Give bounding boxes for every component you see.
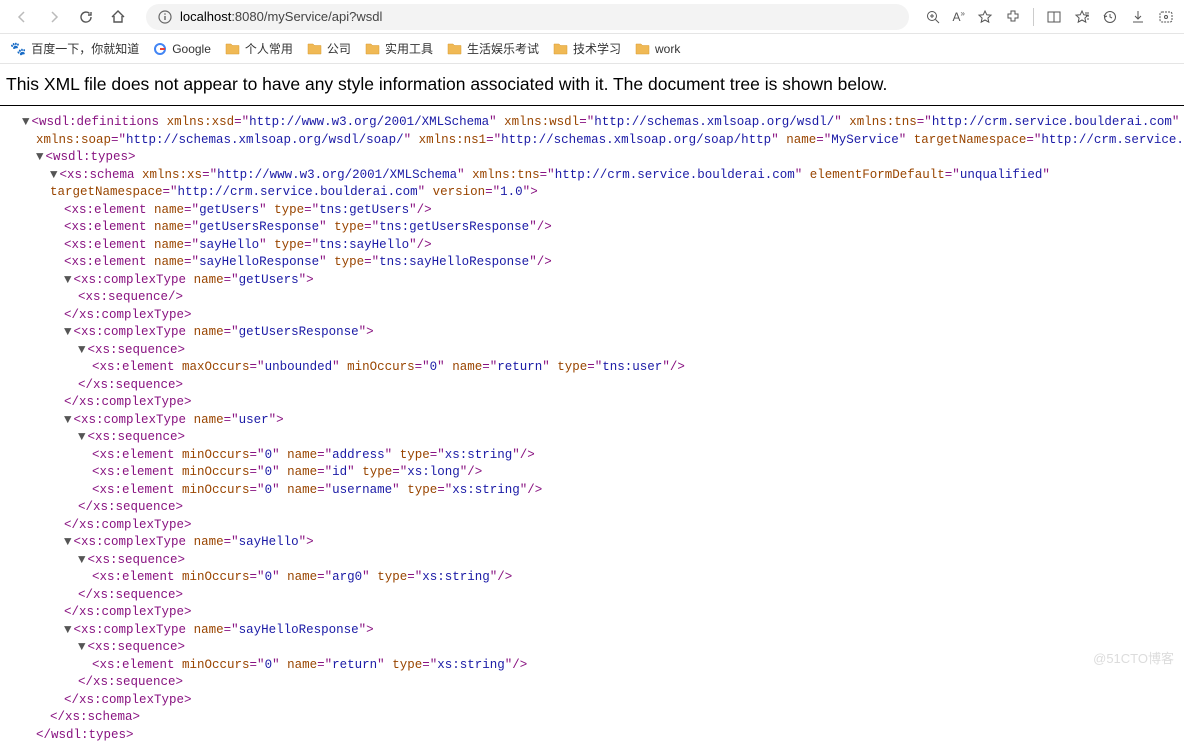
- xml-notice: This XML file does not appear to have an…: [0, 64, 1184, 106]
- url-text: localhost:8080/myService/api?wsdl: [180, 9, 382, 24]
- bookmark-label: 生活娱乐考试: [467, 40, 539, 57]
- toolbar-right-icons: A»: [925, 8, 1174, 26]
- bookmark-label: 实用工具: [385, 40, 433, 57]
- expand-toggle[interactable]: ▼: [36, 150, 44, 164]
- xml-line: </xs:complexType>: [8, 394, 1176, 412]
- baidu-icon: 🐾: [10, 41, 26, 57]
- folder-icon: [635, 42, 650, 55]
- split-screen-icon[interactable]: [1046, 9, 1062, 25]
- xml-line: ▼<xs:complexType name="getUsers">: [8, 272, 1176, 290]
- xml-line: ▼<xs:schema xmlns:xs="http://www.w3.org/…: [8, 167, 1176, 185]
- bookmark-item[interactable]: 个人常用: [225, 40, 293, 57]
- bookmark-label: Google: [172, 42, 211, 56]
- bookmark-label: 个人常用: [245, 40, 293, 57]
- folder-icon: [365, 42, 380, 55]
- downloads-icon[interactable]: [1130, 9, 1146, 25]
- expand-toggle[interactable]: ▼: [22, 115, 30, 129]
- bookmarks-bar: 🐾 百度一下，你就知道 Google 个人常用 公司 实用工具 生活娱乐考试 技术学习 work: [0, 34, 1184, 64]
- xml-line: <xs:element minOccurs="0" name="id" type…: [8, 464, 1176, 482]
- bookmark-label: 公司: [327, 40, 351, 57]
- xml-line: </xs:complexType>: [8, 604, 1176, 622]
- browser-toolbar: localhost:8080/myService/api?wsdl A»: [0, 0, 1184, 34]
- xml-line: </xs:sequence>: [8, 499, 1176, 517]
- xml-line: </wsdl:types>: [8, 727, 1176, 745]
- expand-toggle[interactable]: ▼: [64, 325, 72, 339]
- home-button[interactable]: [106, 5, 130, 29]
- read-aloud-icon[interactable]: A»: [953, 9, 965, 24]
- xml-line: ▼<xs:sequence>: [8, 429, 1176, 447]
- expand-toggle[interactable]: ▼: [64, 535, 72, 549]
- xml-line: xmlns:soap="http://schemas.xmlsoap.org/w…: [8, 132, 1176, 150]
- xml-line: </xs:complexType>: [8, 692, 1176, 710]
- xml-line: <xs:element name="sayHello" type="tns:sa…: [8, 237, 1176, 255]
- bookmark-item[interactable]: 技术学习: [553, 40, 621, 57]
- bookmark-item[interactable]: Google: [153, 42, 211, 56]
- folder-icon: [225, 42, 240, 55]
- expand-toggle[interactable]: ▼: [64, 273, 72, 287]
- folder-icon: [307, 42, 322, 55]
- xml-line: ▼<xs:complexType name="sayHelloResponse"…: [8, 622, 1176, 640]
- xml-line: <xs:element name="getUsers" type="tns:ge…: [8, 202, 1176, 220]
- toolbar-divider: [1033, 8, 1034, 26]
- expand-toggle[interactable]: ▼: [78, 640, 86, 654]
- folder-icon: [553, 42, 568, 55]
- xml-line: <xs:element name="getUsersResponse" type…: [8, 219, 1176, 237]
- xml-line: <xs:element name="sayHelloResponse" type…: [8, 254, 1176, 272]
- xml-line: ▼<wsdl:types>: [8, 149, 1176, 167]
- expand-toggle[interactable]: ▼: [78, 343, 86, 357]
- history-icon[interactable]: [1102, 9, 1118, 25]
- xml-line: <xs:element maxOccurs="unbounded" minOcc…: [8, 359, 1176, 377]
- performance-icon[interactable]: [1158, 9, 1174, 25]
- xml-line: </xs:sequence>: [8, 674, 1176, 692]
- xml-line: ▼<xs:complexType name="user">: [8, 412, 1176, 430]
- xml-line: ▼<xs:sequence>: [8, 342, 1176, 360]
- bookmark-item[interactable]: 生活娱乐考试: [447, 40, 539, 57]
- bookmark-label: 百度一下，你就知道: [31, 40, 139, 57]
- xml-line: ▼<wsdl:definitions xmlns:xsd="http://www…: [8, 114, 1176, 132]
- address-bar[interactable]: localhost:8080/myService/api?wsdl: [146, 4, 909, 30]
- bookmark-item[interactable]: 公司: [307, 40, 351, 57]
- bookmark-item[interactable]: 实用工具: [365, 40, 433, 57]
- xml-line: </xs:sequence>: [8, 587, 1176, 605]
- watermark: @51CTO博客: [1093, 648, 1174, 667]
- forward-button[interactable]: [42, 5, 66, 29]
- back-button[interactable]: [10, 5, 34, 29]
- xml-line: ▼<xs:sequence>: [8, 639, 1176, 657]
- xml-line: ▼<xs:complexType name="sayHello">: [8, 534, 1176, 552]
- xml-line: <xs:element minOccurs="0" name="username…: [8, 482, 1176, 500]
- xml-line: <xs:element minOccurs="0" name="return" …: [8, 657, 1176, 675]
- refresh-button[interactable]: [74, 5, 98, 29]
- expand-toggle[interactable]: ▼: [78, 430, 86, 444]
- expand-toggle[interactable]: ▼: [78, 553, 86, 567]
- xml-line: </xs:schema>: [8, 709, 1176, 727]
- xml-line: ▼<xs:sequence>: [8, 552, 1176, 570]
- favorite-icon[interactable]: [977, 9, 993, 25]
- xml-tree: ▼<wsdl:definitions xmlns:xsd="http://www…: [0, 106, 1184, 752]
- expand-toggle[interactable]: ▼: [64, 623, 72, 637]
- xml-line: </xs:complexType>: [8, 517, 1176, 535]
- bookmark-label: work: [655, 42, 680, 56]
- folder-icon: [447, 42, 462, 55]
- xml-line: <xs:element minOccurs="0" name="address"…: [8, 447, 1176, 465]
- xml-line: <xs:sequence/>: [8, 289, 1176, 307]
- bookmark-label: 技术学习: [573, 40, 621, 57]
- bookmark-item[interactable]: 🐾 百度一下，你就知道: [10, 40, 139, 57]
- favorites-list-icon[interactable]: [1074, 9, 1090, 25]
- site-info-icon[interactable]: [158, 10, 172, 24]
- google-icon: [153, 42, 167, 56]
- expand-toggle[interactable]: ▼: [64, 413, 72, 427]
- expand-toggle[interactable]: ▼: [50, 168, 58, 182]
- extensions-icon[interactable]: [1005, 9, 1021, 25]
- xml-line: </xs:sequence>: [8, 377, 1176, 395]
- bookmark-item[interactable]: work: [635, 42, 680, 56]
- xml-line: </xs:complexType>: [8, 307, 1176, 325]
- xml-line: ▼<xs:complexType name="getUsersResponse"…: [8, 324, 1176, 342]
- xml-line: targetNamespace="http://crm.service.boul…: [8, 184, 1176, 202]
- xml-line: <xs:element minOccurs="0" name="arg0" ty…: [8, 569, 1176, 587]
- zoom-icon[interactable]: [925, 9, 941, 25]
